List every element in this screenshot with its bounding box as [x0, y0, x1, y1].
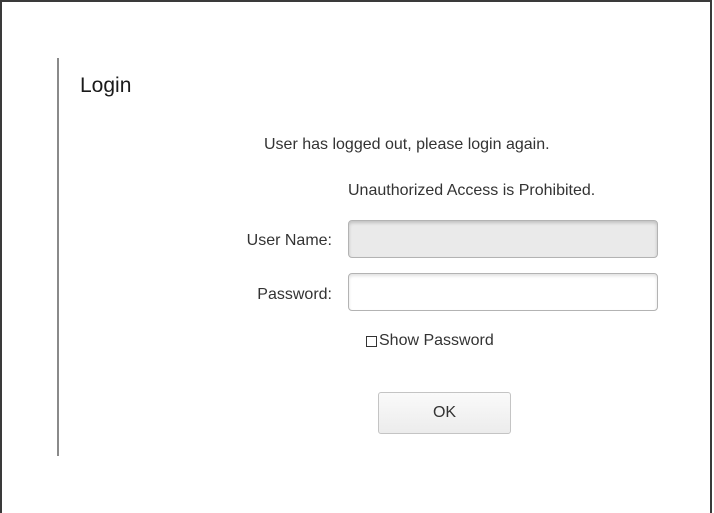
- logout-message: User has logged out, please login again.: [264, 136, 550, 153]
- ok-button[interactable]: OK: [378, 392, 511, 434]
- show-password-label: Show Password: [379, 332, 494, 349]
- show-password-checkbox[interactable]: [366, 335, 377, 347]
- password-field[interactable]: [348, 273, 658, 311]
- unauthorized-warning: Unauthorized Access is Prohibited.: [348, 182, 596, 199]
- page-title: Login: [80, 74, 132, 97]
- show-password-toggle[interactable]: Show Password: [366, 332, 494, 350]
- username-field[interactable]: [348, 220, 658, 258]
- login-panel: Login User has logged out, please login …: [0, 0, 712, 513]
- username-label: User Name:: [246, 232, 332, 249]
- password-label: Password:: [257, 286, 332, 303]
- left-divider: [57, 58, 59, 456]
